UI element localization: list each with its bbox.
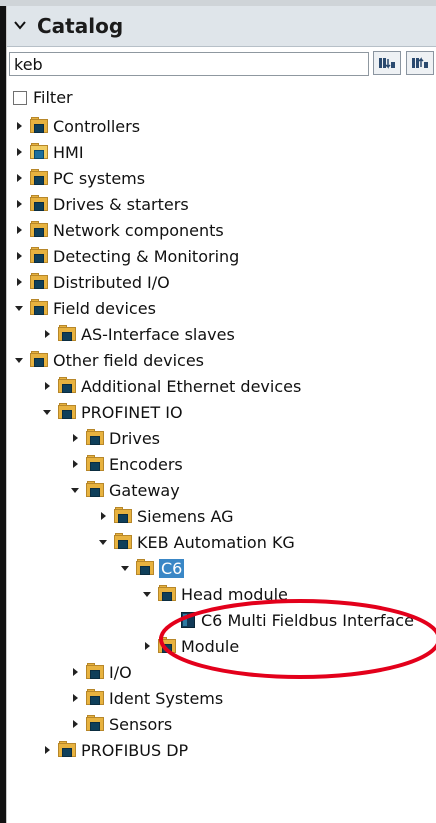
folder-icon — [157, 585, 177, 603]
collapse-arrow-icon[interactable] — [13, 302, 25, 314]
folder-icon — [57, 403, 77, 421]
tree-item-drives[interactable]: Drives — [69, 426, 160, 450]
device-icon — [179, 611, 197, 629]
tree-item-detecting-monitoring[interactable]: Detecting & Monitoring — [13, 244, 239, 268]
expand-arrow-icon[interactable] — [69, 692, 81, 704]
tree-item-other-field-devices[interactable]: Other field devices — [13, 348, 204, 372]
tree-item-io[interactable]: I/O — [69, 660, 132, 684]
expand-arrow-icon[interactable] — [141, 640, 153, 652]
folder-icon — [29, 247, 49, 265]
catalog-panel: Catalog Filter Controllers HMI — [6, 6, 436, 823]
expand-arrow-icon[interactable] — [41, 328, 53, 340]
folder-icon — [85, 455, 105, 473]
tree-item-network-components[interactable]: Network components — [13, 218, 224, 242]
expand-arrow-icon[interactable] — [13, 120, 25, 132]
folder-icon — [29, 221, 49, 239]
expand-arrow-icon[interactable] — [13, 224, 25, 236]
search-box[interactable] — [9, 52, 369, 76]
tree-item-distributed-io[interactable]: Distributed I/O — [13, 270, 170, 294]
tree-item-additional-ethernet-devices[interactable]: Additional Ethernet devices — [41, 374, 301, 398]
expand-arrow-icon[interactable] — [97, 510, 109, 522]
tree-item-gateway[interactable]: Gateway — [69, 478, 180, 502]
folder-icon — [135, 559, 155, 577]
folder-icon — [57, 325, 77, 343]
expand-arrow-icon[interactable] — [41, 744, 53, 756]
tree-item-profinet-io[interactable]: PROFINET IO — [41, 400, 183, 424]
folder-icon — [157, 637, 177, 655]
expand-arrow-icon[interactable] — [13, 276, 25, 288]
folder-icon — [29, 117, 49, 135]
expand-arrow-icon[interactable] — [13, 146, 25, 158]
tree-item-module[interactable]: Module — [141, 634, 239, 658]
collapse-arrow-icon[interactable] — [41, 406, 53, 418]
tree-item-profibus-dp[interactable]: PROFIBUS DP — [41, 738, 188, 762]
expand-arrow-icon[interactable] — [13, 198, 25, 210]
folder-icon — [85, 689, 105, 707]
filter-row: Filter — [13, 88, 73, 107]
tree-item-c6-multi-fieldbus-interface[interactable]: C6 Multi Fieldbus Interface — [179, 608, 414, 632]
search-down-icon — [379, 58, 395, 69]
folder-icon — [29, 273, 49, 291]
folder-icon — [85, 481, 105, 499]
filter-checkbox[interactable] — [13, 90, 27, 105]
tree-item-ident-systems[interactable]: Ident Systems — [69, 686, 223, 710]
tree-item-pc-systems[interactable]: PC systems — [13, 166, 145, 190]
expand-arrow-icon[interactable] — [13, 172, 25, 184]
filter-label: Filter — [33, 88, 73, 107]
tree-item-c6[interactable]: C6 — [119, 556, 185, 580]
collapse-arrow-icon[interactable] — [141, 588, 153, 600]
tree-item-field-devices[interactable]: Field devices — [13, 296, 156, 320]
collapse-arrow-icon[interactable] — [13, 354, 25, 366]
catalog-header: Catalog — [7, 6, 436, 47]
expand-arrow-icon[interactable] — [69, 432, 81, 444]
expand-arrow-icon[interactable] — [41, 380, 53, 392]
search-down-button[interactable] — [373, 51, 401, 75]
collapse-chevron-icon[interactable] — [11, 16, 29, 34]
collapse-arrow-icon[interactable] — [119, 562, 131, 574]
folder-icon — [85, 715, 105, 733]
tree-item-controllers[interactable]: Controllers — [13, 114, 140, 138]
tree-item-drives-starters[interactable]: Drives & starters — [13, 192, 189, 216]
folder-icon — [29, 143, 49, 161]
collapse-arrow-icon[interactable] — [97, 536, 109, 548]
folder-icon — [29, 169, 49, 187]
folder-icon — [85, 663, 105, 681]
search-up-icon — [412, 57, 428, 68]
tree-item-siemens-ag[interactable]: Siemens AG — [97, 504, 234, 528]
folder-icon — [57, 377, 77, 395]
expand-arrow-icon[interactable] — [69, 666, 81, 678]
expand-arrow-icon[interactable] — [69, 718, 81, 730]
search-input[interactable] — [10, 53, 368, 75]
folder-icon — [29, 299, 49, 317]
folder-icon — [29, 351, 49, 369]
folder-icon — [29, 195, 49, 213]
folder-icon — [85, 429, 105, 447]
collapse-arrow-icon[interactable] — [69, 484, 81, 496]
folder-icon — [113, 533, 133, 551]
folder-icon — [57, 741, 77, 759]
catalog-title: Catalog — [37, 14, 124, 38]
tree-item-as-interface-slaves[interactable]: AS-Interface slaves — [41, 322, 235, 346]
tree-item-keb-automation-kg[interactable]: KEB Automation KG — [97, 530, 295, 554]
tree-item-sensors[interactable]: Sensors — [69, 712, 172, 736]
expand-arrow-icon[interactable] — [69, 458, 81, 470]
folder-icon — [113, 507, 133, 525]
expand-arrow-icon[interactable] — [13, 250, 25, 262]
tree-item-head-module[interactable]: Head module — [141, 582, 288, 606]
tree-item-encoders[interactable]: Encoders — [69, 452, 183, 476]
search-up-button[interactable] — [406, 51, 434, 75]
tree-item-hmi[interactable]: HMI — [13, 140, 84, 164]
